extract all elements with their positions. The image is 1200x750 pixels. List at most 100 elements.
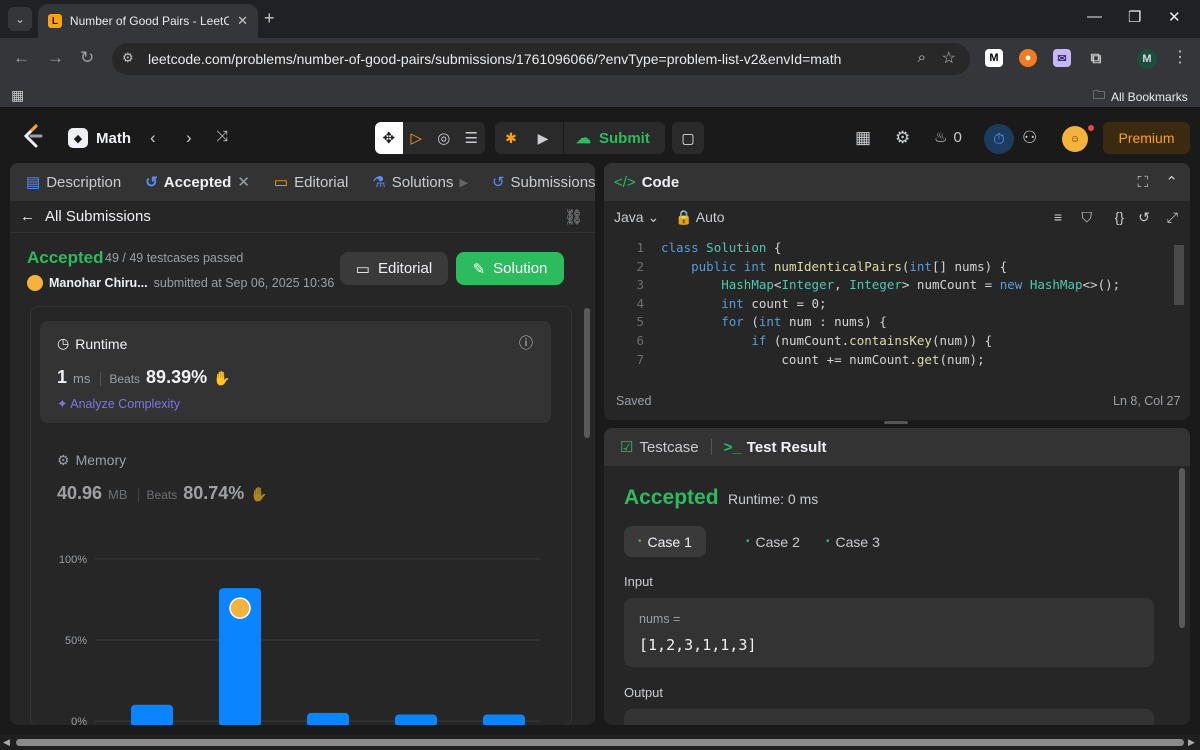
braces-icon[interactable]: {} — [1115, 209, 1124, 225]
tab-solutions[interactable]: ⚗ Solutions ▶ — [366, 173, 474, 192]
memory-unit: MB — [108, 487, 128, 502]
run-button[interactable]: ▶ — [527, 122, 559, 154]
site-settings-icon[interactable]: ⚙ — [122, 50, 134, 66]
case-2-tab[interactable]: • Case 2 — [732, 526, 814, 557]
left-panel-scrollbar[interactable] — [584, 308, 590, 438]
code-scrollbar[interactable] — [1174, 245, 1184, 305]
link-icon[interactable]: ⛓ — [564, 208, 583, 226]
analyze-complexity-link[interactable]: ✦ Analyze Complexity — [57, 396, 180, 411]
browser-tab[interactable]: L Number of Good Pairs - LeetCo ✕ — [38, 4, 258, 38]
sliders-icon[interactable]: ☰ — [458, 122, 486, 154]
code-editor[interactable]: 1 class Solution {2 public int numIdentic… — [604, 240, 1190, 376]
play-outline-icon[interactable]: ▷ — [403, 122, 431, 154]
testcases-passed: 49 / 49 testcases passed — [105, 251, 244, 265]
streak-counter[interactable]: ♨ 0 — [934, 128, 962, 147]
user-avatar[interactable]: ☺ — [1062, 126, 1088, 152]
debugger-icon[interactable]: ✱ — [495, 122, 527, 154]
new-tab-button[interactable]: + — [264, 8, 275, 29]
notes-button[interactable]: ▢ — [672, 122, 704, 154]
checkbox-icon: ☑ — [620, 439, 634, 456]
tab-testcase[interactable]: ☑ Testcase — [614, 438, 705, 457]
tab-test-result[interactable]: >_ Test Result — [718, 439, 833, 456]
apps-grid-icon[interactable]: ▦ — [11, 87, 24, 104]
bookmark-star-icon[interactable]: ☆ — [942, 48, 956, 68]
chart-bar[interactable] — [307, 712, 349, 725]
premium-button[interactable]: Premium — [1103, 122, 1190, 154]
tab-description[interactable]: ▤ Description — [20, 173, 127, 192]
horizontal-scroll-thumb[interactable] — [16, 739, 1184, 746]
maximize-button[interactable]: ❐ — [1128, 8, 1141, 26]
clock-icon: ◷ — [57, 335, 70, 351]
memory-label[interactable]: ⚙ Memory — [57, 452, 126, 469]
editorial-button[interactable]: ▭ Editorial — [340, 252, 448, 285]
extensions-puzzle-icon[interactable]: ⧉ — [1087, 49, 1105, 67]
auto-mode-label: Auto — [695, 208, 725, 225]
drag-move-icon[interactable]: ✥ — [375, 122, 403, 154]
collapse-icon[interactable]: ⌃ — [1165, 173, 1178, 191]
eye-off-icon[interactable]: ◎ — [430, 122, 458, 154]
zoom-icon[interactable]: ⌕ — [918, 49, 926, 66]
address-bar[interactable]: ⚙ leetcode.com/problems/number-of-good-p… — [112, 43, 970, 75]
runtime-value: 1 ms Beats 89.39% ✋ — [57, 367, 231, 388]
profile-avatar[interactable]: M — [1137, 49, 1157, 69]
settings-gear-icon[interactable]: ⚙ — [895, 128, 910, 148]
extension-purple-icon[interactable]: ✉ — [1053, 49, 1071, 67]
bookmark-icon[interactable]: ⛉ — [1082, 209, 1093, 226]
username[interactable]: Manohar Chiru... — [49, 276, 148, 290]
close-tab-accepted-icon[interactable]: ✕ — [237, 173, 250, 191]
format-icon[interactable]: ≡ — [1054, 209, 1062, 225]
scroll-left-arrow-icon[interactable]: ◀ — [3, 737, 10, 748]
line-number: 3 — [636, 277, 644, 293]
tab-search-button[interactable]: ⌄ — [8, 7, 32, 31]
next-problem-icon[interactable]: › — [186, 128, 192, 148]
reset-icon[interactable]: ↺ — [1138, 209, 1150, 226]
layout-icon[interactable]: ▦ — [855, 128, 871, 148]
auto-mode[interactable]: 🔒 Auto — [675, 209, 724, 226]
problem-list-button[interactable]: ◆ Math — [68, 128, 131, 148]
extension-orange-icon[interactable]: ● — [1019, 49, 1037, 67]
tab-divider — [710, 439, 712, 455]
case-1-tab[interactable]: • Case 1 — [624, 526, 706, 557]
flame-icon: ♨ — [934, 129, 948, 146]
extension-medium-icon[interactable]: M — [985, 49, 1003, 67]
all-submissions-label: All Submissions — [45, 208, 151, 225]
chart-bar[interactable] — [483, 714, 525, 725]
close-tab-icon[interactable]: ✕ — [237, 13, 248, 29]
input-box — [624, 598, 1154, 667]
tab-editorial[interactable]: ▭ Editorial — [268, 173, 354, 192]
analyze-label: Analyze Complexity — [70, 397, 181, 411]
timer-icon[interactable]: ⏱ — [984, 124, 1014, 154]
language-select[interactable]: Java ⌄ — [614, 209, 659, 226]
resize-handle[interactable] — [884, 421, 908, 424]
maximize-icon[interactable]: ⛶ — [1137, 174, 1148, 191]
case-3-tab[interactable]: • Case 3 — [812, 526, 894, 557]
output-label: Output — [624, 685, 664, 700]
memory-value: 40.96 MB Beats 80.74% ✋ — [57, 483, 268, 504]
tab-accepted[interactable]: ↺ Accepted ✕ — [139, 173, 256, 192]
expand-icon[interactable]: ⤢ — [1167, 209, 1178, 226]
random-problem-icon[interactable]: ⤨ — [216, 128, 228, 145]
chart-bar[interactable] — [131, 704, 173, 725]
prev-problem-icon[interactable]: ‹ — [150, 128, 156, 148]
add-user-icon[interactable]: ⚇ — [1022, 128, 1037, 148]
forward-button[interactable]: → — [47, 48, 64, 68]
menu-kebab-icon[interactable]: ⋮ — [1172, 47, 1188, 67]
tab-submissions[interactable]: ↺ Submissions — [486, 173, 595, 192]
scroll-right-arrow-icon[interactable]: ▶ — [1188, 737, 1195, 748]
all-bookmarks-button[interactable]: 🗀 All Bookmarks — [1093, 86, 1188, 107]
minimize-button[interactable]: — — [1087, 8, 1102, 25]
problem-list-label: Math — [96, 129, 131, 147]
code-line: count += numCount.get(num); — [661, 351, 985, 367]
info-icon[interactable]: ⓘ — [519, 333, 533, 353]
code-line: HashMap<Integer, Integer> numCount = new… — [721, 277, 1121, 293]
submit-button[interactable]: ☁ Submit — [563, 122, 662, 154]
book-icon: ▭ — [273, 174, 289, 191]
leetcode-logo-icon[interactable] — [22, 124, 44, 148]
chart-bar[interactable] — [395, 714, 437, 725]
reload-button[interactable]: ↻ — [80, 48, 94, 68]
back-button[interactable]: ← — [13, 48, 30, 68]
result-scrollbar[interactable] — [1179, 468, 1185, 628]
back-to-submissions[interactable]: ← All Submissions ⛓ — [10, 201, 595, 233]
solution-button[interactable]: ✎ Solution — [456, 252, 564, 285]
close-window-button[interactable]: ✕ — [1168, 8, 1181, 26]
